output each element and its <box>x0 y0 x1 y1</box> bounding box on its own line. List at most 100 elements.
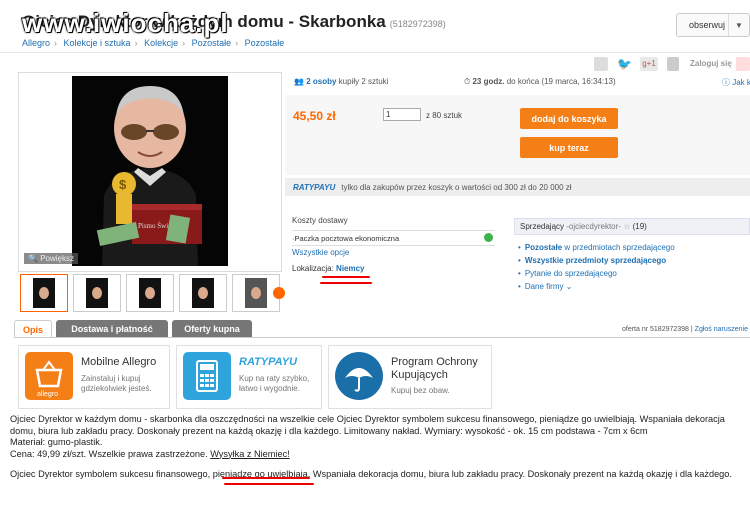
login-link[interactable]: Zaloguj się <box>690 59 732 68</box>
thumbnail[interactable] <box>73 274 121 312</box>
buy-now-button[interactable]: kup teraz <box>520 137 618 158</box>
seller-link[interactable]: Dane firmy ⌄ <box>518 282 573 291</box>
quantity-input[interactable]: 1 <box>383 108 421 121</box>
description-paragraph: Ojciec Dyrektor w każdym domu - skarbonk… <box>10 414 725 436</box>
google-plus-icon[interactable]: g+1 <box>640 57 658 71</box>
email-icon[interactable] <box>594 57 608 71</box>
seller-box: Sprzedający -ojciecdyrektor- ☆ (19) <box>514 218 750 235</box>
tab-delivery-payment[interactable]: Dostawa i płatność <box>56 320 168 338</box>
thumbnail[interactable] <box>179 274 227 312</box>
seller-link-text: Dane firmy ⌄ <box>524 282 573 291</box>
zoom-label: Powiększ <box>40 254 74 263</box>
price-box <box>285 95 750 175</box>
breadcrumb-item[interactable]: Kolekcje <box>144 38 178 48</box>
thumbnail[interactable] <box>20 274 68 312</box>
thumbnail-image <box>33 278 55 308</box>
allegro-logo-text: allegro <box>37 391 58 398</box>
all-shipping-options-link[interactable]: Wszystkie opcje <box>292 248 349 257</box>
thumbnail-next-arrow[interactable] <box>273 287 285 299</box>
seller-rating[interactable]: (19) <box>633 222 647 231</box>
shipping-option: · Paczka pocztowa ekonomiczna <box>292 230 495 246</box>
promo-desc: Kup na raty szybko, łatwo i wygodnie. <box>239 374 310 393</box>
zoom-button[interactable]: 🔍 Powiększ <box>24 253 78 264</box>
location-label: Lokalizacja: <box>292 264 334 273</box>
promo-ratypayu[interactable]: RATYPAYU Kup na raty szybko, łatwo i wyg… <box>176 345 322 409</box>
promo-title: RATYPAYU <box>239 356 298 368</box>
seller-name[interactable]: -ojciecdyrektor- <box>566 222 621 231</box>
twitter-icon[interactable]: 🐦 <box>617 57 632 71</box>
time-left-text: do końca (19 marca, 16:34:13) <box>506 77 616 86</box>
observe-button[interactable]: obserwuj ▼ <box>676 13 750 37</box>
tab-purchase-offers[interactable]: Oferty kupna <box>172 320 252 338</box>
pinterest-icon[interactable] <box>736 57 750 71</box>
red-underline <box>224 483 314 485</box>
seller-link[interactable]: Pozostałe w przedmiotach sprzedającego <box>518 243 675 252</box>
offer-number-text: oferta nr 5182972398 <box>622 326 689 333</box>
buyers-text: kupiły 2 sztuki <box>338 77 389 86</box>
description-paragraph: Ojciec Dyrektor symbolem sukcesu finanso… <box>10 469 732 479</box>
umbrella-icon <box>335 352 383 400</box>
quantity-available: z 80 sztuk <box>426 111 463 120</box>
time-left-value: 23 godz. <box>472 77 505 86</box>
tab-divider <box>14 337 750 338</box>
add-to-cart-button[interactable]: dodaj do koszyka <box>520 108 618 129</box>
star-icon: ☆ <box>623 222 631 231</box>
buyers-info: 👥 2 osoby kupiły 2 sztuki <box>294 77 389 86</box>
tab-description[interactable]: Opis <box>14 320 52 338</box>
promo-desc: Zainstaluj i kupuj gdziekolwiek jesteś. <box>81 374 152 393</box>
calculator-icon <box>183 352 231 400</box>
buyers-count[interactable]: 2 osoby <box>306 77 336 86</box>
offer-number: oferta nr 5182972398 | Zgłoś naruszenie <box>622 326 748 333</box>
breadcrumb-item[interactable]: Allegro <box>22 38 50 48</box>
shipping-header: Koszty dostawy <box>292 216 348 225</box>
observe-label: obserwuj <box>689 20 726 30</box>
how-to-buy-label: Jak kupow <box>732 78 750 87</box>
seller-link[interactable]: Wszystkie przedmioty sprzedającego <box>518 256 666 265</box>
tab-bar: Opis Dostawa i płatność Oferty kupna <box>14 320 314 338</box>
header-divider <box>0 52 750 53</box>
breadcrumb-item[interactable]: Kolekcje i sztuka <box>64 38 131 48</box>
check-icon <box>484 233 493 242</box>
ratypayu-logo: RATYPAYU <box>293 182 336 192</box>
promo-buyer-protection[interactable]: Program Ochrony Kupujących Kupuj bez oba… <box>328 345 492 409</box>
offer-id: (5182972398) <box>389 19 446 29</box>
thumbnail-image <box>245 278 267 308</box>
watermark: www.iwiocha.pl <box>22 8 229 38</box>
seller-link-bold: Pozostałe <box>524 243 563 252</box>
seller-link-text: w przedmiotach sprzedającego <box>562 243 675 252</box>
thumbnail-image <box>192 278 214 308</box>
svg-text:$: $ <box>119 177 127 192</box>
promo-desc: Kupuj bez obaw. <box>391 386 450 395</box>
promo-mobile-allegro[interactable]: allegro Mobilne Allegro Zainstaluj i kup… <box>18 345 170 409</box>
promo-title: Mobilne Allegro <box>81 356 157 368</box>
shopping-basket-icon: allegro <box>25 352 73 400</box>
breadcrumb-item[interactable]: Pozostałe <box>192 38 232 48</box>
time-left: ⏱ 23 godz. do końca (19 marca, 16:34:13) <box>464 77 616 86</box>
breadcrumb-item[interactable]: Pozostałe <box>245 38 285 48</box>
seller-link-text: Pytanie do sprzedającego <box>524 269 617 278</box>
red-underline <box>222 477 310 479</box>
price-line-text: Cena: 49,99 zł/szt. Wszelkie prawa zastr… <box>10 448 208 459</box>
seller-link-bold: Wszystkie przedmioty sprzedającego <box>524 256 667 265</box>
location: Lokalizacja: Niemcy <box>292 264 365 273</box>
thumbnail-image <box>139 278 161 308</box>
breadcrumb: Allegro › Kolekcje i sztuka › Kolekcje › Po… <box>22 38 285 48</box>
seller-link[interactable]: Pytanie do sprzedającego <box>518 269 617 278</box>
thumbnail[interactable] <box>126 274 174 312</box>
product-photo[interactable]: $ Pismo Święte <box>72 76 228 266</box>
shipping-option-label: Paczka pocztowa ekonomiczna <box>294 233 400 243</box>
red-underline <box>322 276 370 278</box>
chevron-down-icon[interactable]: ▼ <box>728 14 749 36</box>
red-underline <box>320 282 372 284</box>
how-to-buy-link[interactable]: ⓘ Jak kupow <box>722 77 750 88</box>
report-link[interactable]: Zgłoś naruszenie <box>695 326 748 333</box>
location-value: Niemcy <box>336 264 365 273</box>
installments-bar: RATYPAYU tylko dla zakupów przez koszyk … <box>285 178 750 196</box>
description-price-line: Cena: 49,99 zł/szt. Wszelkie prawa zastr… <box>10 449 745 461</box>
facebook-icon[interactable] <box>667 57 679 71</box>
price: 45,50 zł <box>293 109 336 123</box>
installments-text: tylko dla zakupów przez koszyk o wartośc… <box>341 182 572 192</box>
seller-label: Sprzedający <box>520 222 565 231</box>
promo-title: Program Ochrony Kupujących <box>391 356 478 381</box>
thumbnail-image <box>86 278 108 308</box>
